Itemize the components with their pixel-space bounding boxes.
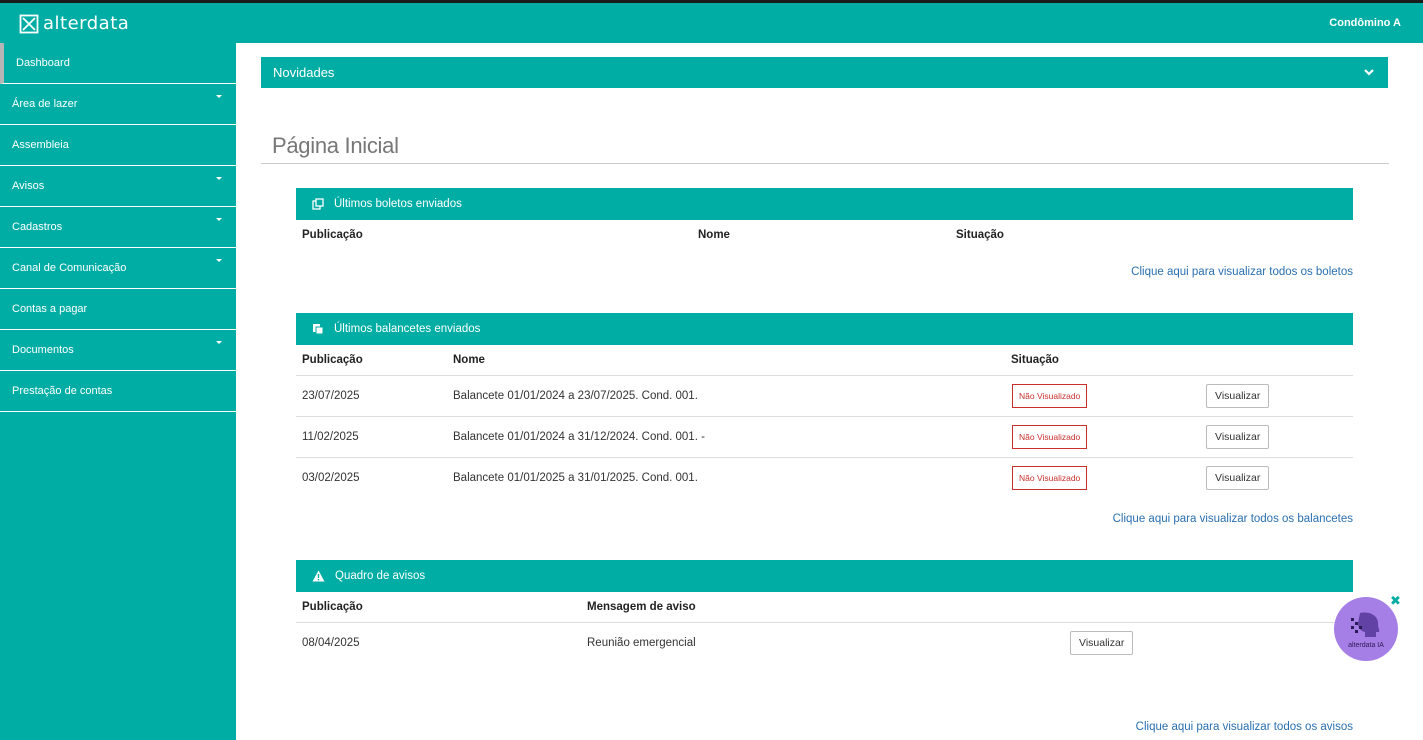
view-button[interactable]: Visualizar [1206,425,1270,449]
ai-assistant-button[interactable]: alterdata IA [1334,597,1398,661]
sidebar-item-area-de-lazer[interactable]: Área de lazer [0,84,236,125]
caret-down-icon [216,95,222,98]
close-icon[interactable]: ✖ [1390,593,1401,609]
sidebar-item-label: Cadastros [12,221,63,233]
main-content: Novidades Página Inicial Últimos boletos… [236,43,1423,740]
sidebar-item-prestacao-de-contas[interactable]: Prestação de contas [0,371,236,412]
publication-date: 08/04/2025 [302,637,360,649]
view-button[interactable]: Visualizar [1070,631,1134,655]
user-name[interactable]: Condômino A [1329,17,1401,29]
sidebar-item-label: Dashboard [16,57,70,69]
panel-header: Últimos balancetes enviados [296,313,1353,345]
news-accordion[interactable]: Novidades [261,57,1388,88]
logo[interactable]: alterdata [19,13,129,34]
notice-message: Reunião emergencial [587,637,696,649]
column-header: Situação [1011,354,1059,366]
table-row: 08/04/2025 Reunião emergencial Visualiza… [296,622,1353,663]
document-name: Balancete 01/01/2024 a 31/12/2024. Cond.… [453,431,705,443]
document-name: Balancete 01/01/2024 a 23/07/2025. Cond.… [453,390,698,402]
document-name: Balancete 01/01/2025 a 31/01/2025. Cond.… [453,472,698,484]
caret-down-icon [216,218,222,221]
panel-title: Quadro de avisos [335,570,426,582]
avisos-panel: Quadro de avisos Publicação Mensagem de … [296,560,1353,733]
warning-icon [312,570,325,582]
caret-down-icon [216,341,222,344]
sidebar-item-contas-a-pagar[interactable]: Contas a pagar [0,289,236,330]
view-button[interactable]: Visualizar [1206,466,1270,490]
ai-head-icon [1351,612,1380,637]
column-header: Nome [698,229,730,241]
panel-header: Últimos boletos enviados [296,188,1353,220]
column-header: Publicação [302,229,363,241]
table-header: Publicação Nome Situação [296,220,1353,250]
caret-down-icon [216,177,222,180]
alterdata-logo-icon [19,14,39,33]
boletos-panel: Últimos boletos enviados Publicação Nome… [296,188,1353,278]
top-bar: alterdata Condômino A [0,0,1423,43]
sidebar-item-avisos[interactable]: Avisos [0,166,236,207]
sidebar-item-label: Assembleia [12,139,69,151]
column-header: Nome [453,354,485,366]
publication-date: 03/02/2025 [302,472,360,484]
publication-date: 23/07/2025 [302,390,360,402]
sidebar-item-label: Canal de Comunicação [12,262,127,274]
column-header: Mensagem de aviso [587,601,696,613]
logo-text: alterdata [43,13,130,34]
table-row: 23/07/2025 Balancete 01/01/2024 a 23/07/… [296,375,1353,416]
column-header: Publicação [302,601,363,613]
sidebar-item-assembleia[interactable]: Assembleia [0,125,236,166]
balancetes-panel: Últimos balancetes enviados Publicação N… [296,313,1353,525]
view-all-avisos-link[interactable]: Clique aqui para visualizar todos os avi… [1136,721,1353,733]
sidebar-item-dashboard[interactable]: Dashboard [0,43,236,84]
sidebar-item-label: Prestação de contas [12,385,113,397]
table-header: Publicação Nome Situação [296,345,1353,375]
table-row: 11/02/2025 Balancete 01/01/2024 a 31/12/… [296,416,1353,457]
view-button[interactable]: Visualizar [1206,384,1270,408]
caret-down-icon [216,259,222,262]
table-row: 03/02/2025 Balancete 01/01/2025 a 31/01/… [296,457,1353,498]
page-title: Página Inicial [272,133,399,158]
table-header: Publicação Mensagem de aviso [296,592,1353,622]
view-all-boletos-link[interactable]: Clique aqui para visualizar todos os bol… [1131,266,1353,278]
column-header: Publicação [302,354,363,366]
sidebar-item-cadastros[interactable]: Cadastros [0,207,236,248]
ai-assistant-label: alterdata IA [1348,641,1384,649]
sidebar: Dashboard Área de lazer Assembleia Aviso… [0,43,236,740]
news-label: Novidades [273,65,335,80]
panel-title: Últimos boletos enviados [334,198,462,210]
column-header: Situação [956,229,1004,241]
panel-title: Últimos balancetes enviados [334,323,481,335]
sidebar-item-label: Contas a pagar [12,303,88,315]
chevron-down-icon [1364,69,1374,76]
status-badge: Não Visualizado [1012,466,1088,490]
title-divider [261,163,1389,164]
sidebar-item-label: Área de lazer [12,98,78,110]
sidebar-item-label: Documentos [12,344,74,356]
status-badge: Não Visualizado [1012,425,1088,449]
document-copy-icon [313,324,324,335]
status-badge: Não Visualizado [1012,384,1088,408]
sidebar-item-canal-de-comunicacao[interactable]: Canal de Comunicação [0,248,236,289]
panel-header: Quadro de avisos [296,560,1353,592]
sidebar-item-documentos[interactable]: Documentos [0,330,236,371]
view-all-balancetes-link[interactable]: Clique aqui para visualizar todos os bal… [1113,513,1353,525]
sidebar-item-label: Avisos [12,180,45,192]
publication-date: 11/02/2025 [302,431,359,443]
invoice-icon [312,198,324,210]
